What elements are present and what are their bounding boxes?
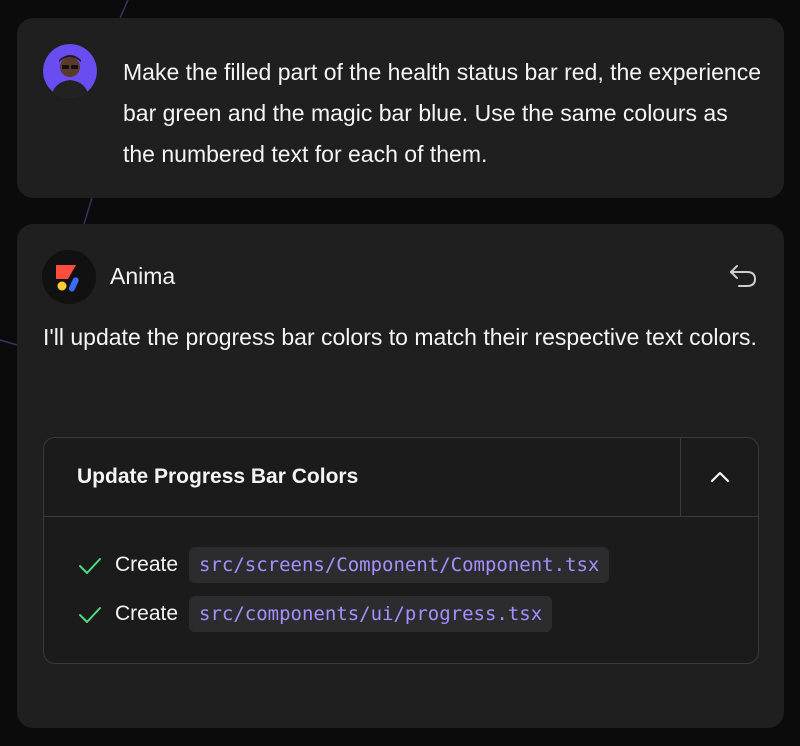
collapse-button[interactable] (680, 438, 759, 516)
user-avatar (43, 44, 97, 98)
chevron-up-icon (710, 471, 730, 483)
task-item-action: Create (115, 602, 179, 625)
assistant-reply-card: Anima I'll update the progress bar color… (17, 224, 784, 728)
check-icon (79, 558, 101, 574)
check-icon (79, 607, 101, 623)
assistant-name: Anima (110, 263, 176, 289)
undo-icon[interactable] (727, 262, 759, 290)
file-path-link[interactable]: src/components/ui/progress.tsx (189, 596, 553, 632)
user-message-text: Make the filled part of the health statu… (123, 59, 761, 167)
assistant-reply-text: I'll update the progress bar colors to m… (43, 324, 757, 350)
task-panel: Update Progress Bar Colors Create src/sc… (43, 437, 759, 664)
user-message-card: Make the filled part of the health statu… (17, 18, 784, 198)
task-title: Update Progress Bar Colors (77, 465, 359, 488)
task-item-action: Create (115, 553, 179, 576)
task-header[interactable]: Update Progress Bar Colors (44, 438, 758, 517)
anima-logo (42, 250, 96, 304)
file-path-link[interactable]: src/screens/Component/Component.tsx (189, 547, 610, 583)
